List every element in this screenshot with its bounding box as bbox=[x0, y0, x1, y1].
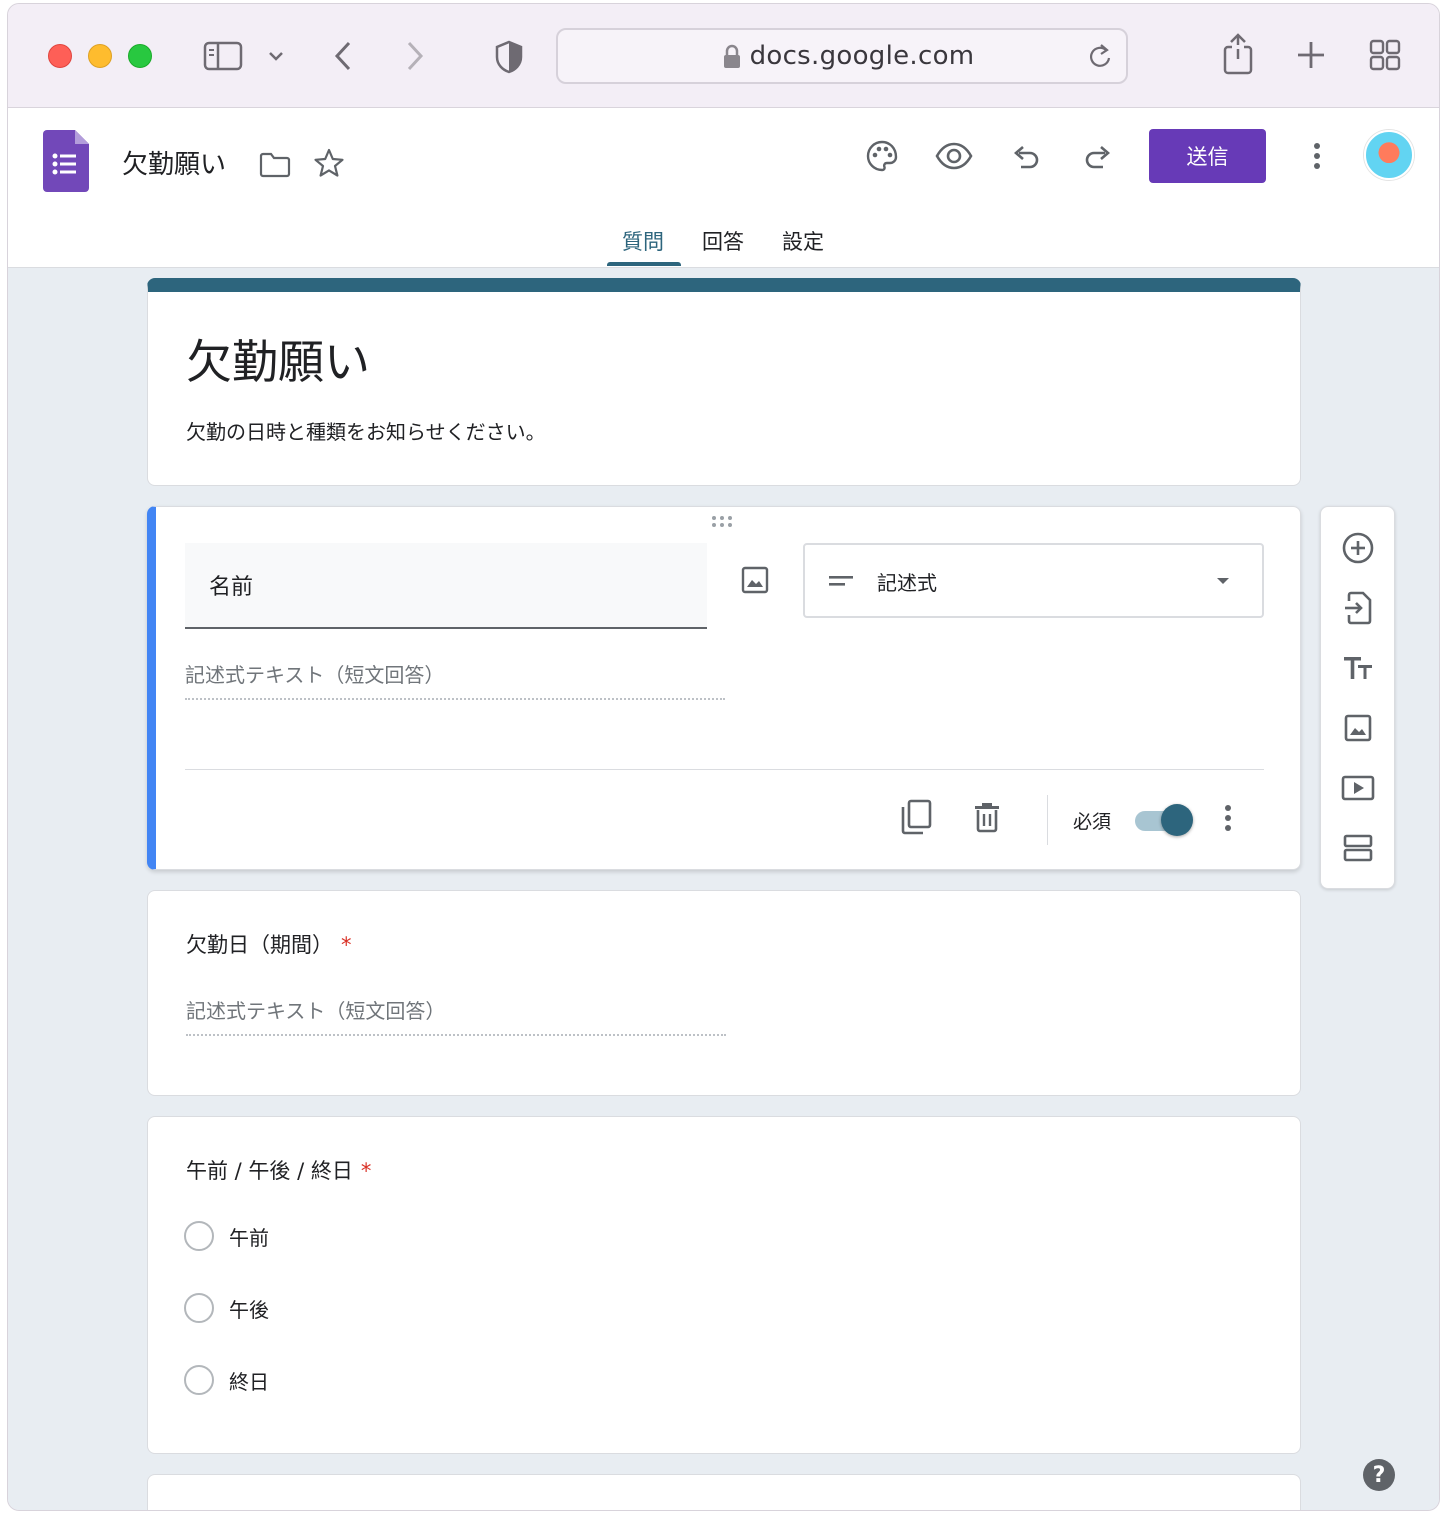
address-bar[interactable]: docs.google.com bbox=[556, 28, 1128, 84]
forward-icon[interactable] bbox=[400, 38, 430, 74]
tab-settings[interactable]: 設定 bbox=[782, 226, 824, 256]
minimize-window-button[interactable] bbox=[88, 44, 112, 68]
question-title: 欠勤日（期間） * bbox=[186, 929, 352, 959]
question-type-dropdown[interactable]: 記述式 bbox=[803, 543, 1264, 618]
duplicate-icon[interactable] bbox=[898, 797, 934, 837]
question-title-text: 名前 bbox=[209, 575, 254, 600]
preview-eye-icon[interactable] bbox=[934, 138, 974, 174]
question-card-active[interactable]: 名前 記述式 記述式テキスト（短文回答） 必須 bbox=[147, 506, 1301, 870]
palette-icon[interactable] bbox=[864, 138, 900, 174]
share-icon[interactable] bbox=[1220, 32, 1256, 76]
tab-questions[interactable]: 質問 bbox=[622, 226, 664, 256]
new-tab-icon[interactable] bbox=[1294, 38, 1328, 72]
radio-button[interactable] bbox=[184, 1293, 214, 1323]
radio-option-label: 午後 bbox=[229, 1297, 269, 1322]
question-more-icon[interactable] bbox=[1216, 801, 1240, 835]
short-answer-placeholder: 記述式テキスト（短文回答） bbox=[186, 995, 726, 1036]
forms-logo-icon[interactable] bbox=[43, 130, 89, 192]
send-button[interactable]: 送信 bbox=[1149, 129, 1266, 183]
drag-handle-icon[interactable] bbox=[711, 515, 737, 529]
chevron-down-icon[interactable] bbox=[264, 44, 288, 68]
question-card[interactable] bbox=[147, 1474, 1301, 1510]
redo-icon[interactable] bbox=[1080, 140, 1116, 174]
lock-icon bbox=[722, 44, 742, 77]
required-toggle-knob[interactable] bbox=[1161, 804, 1193, 836]
back-icon[interactable] bbox=[328, 38, 358, 74]
help-icon[interactable]: ? bbox=[1363, 1459, 1395, 1491]
question-title: 午前 / 午後 / 終日 * bbox=[186, 1155, 371, 1185]
import-questions-icon[interactable] bbox=[1339, 589, 1377, 627]
question-title-input[interactable]: 名前 bbox=[185, 543, 707, 629]
radio-option-label: 午前 bbox=[229, 1225, 269, 1250]
form-description[interactable]: 欠勤の日時と種類をお知らせください。 bbox=[186, 416, 546, 445]
short-answer-placeholder: 記述式テキスト（短文回答） bbox=[185, 659, 725, 700]
add-image-icon[interactable] bbox=[738, 563, 772, 597]
shield-icon[interactable] bbox=[492, 38, 526, 76]
required-label: 必須 bbox=[1073, 811, 1112, 833]
doc-title[interactable]: 欠勤願い bbox=[122, 144, 226, 181]
required-asterisk: * bbox=[360, 1159, 372, 1183]
browser-toolbar: docs.google.com bbox=[8, 4, 1439, 108]
address-url: docs.google.com bbox=[749, 41, 975, 71]
undo-icon[interactable] bbox=[1008, 140, 1044, 174]
sidebar-toggle-icon[interactable] bbox=[202, 38, 244, 74]
tab-overview-icon[interactable] bbox=[1368, 38, 1402, 72]
radio-option-label: 終日 bbox=[229, 1369, 269, 1394]
required-asterisk: * bbox=[341, 933, 352, 957]
forms-app: 欠勤願い 送信 質問 回答 設定 欠勤願い 欠勤の日時と種類をお知らせください。… bbox=[8, 108, 1439, 1510]
close-window-button[interactable] bbox=[48, 44, 72, 68]
question-card[interactable]: 午前 / 午後 / 終日 * 午前 午後 終日 bbox=[147, 1116, 1301, 1454]
more-options-icon[interactable] bbox=[1300, 138, 1334, 174]
card-footer-divider bbox=[185, 769, 1264, 770]
question-title-text: 午前 / 午後 / 終日 bbox=[186, 1159, 353, 1183]
active-tab-indicator bbox=[607, 262, 681, 266]
radio-button[interactable] bbox=[184, 1365, 214, 1395]
add-question-icon[interactable] bbox=[1339, 529, 1377, 567]
star-icon[interactable] bbox=[312, 146, 346, 180]
question-card[interactable]: 欠勤日（期間） * 記述式テキスト（短文回答） bbox=[147, 890, 1301, 1096]
radio-option[interactable]: 午前 bbox=[184, 1221, 269, 1251]
forms-header: 欠勤願い 送信 質問 回答 設定 bbox=[8, 108, 1439, 268]
footer-vertical-divider bbox=[1047, 795, 1048, 845]
radio-option[interactable]: 終日 bbox=[184, 1365, 269, 1395]
account-avatar[interactable] bbox=[1364, 130, 1414, 180]
form-title-card[interactable]: 欠勤願い 欠勤の日時と種類をお知らせください。 bbox=[147, 278, 1301, 486]
reload-icon[interactable] bbox=[1088, 42, 1114, 77]
add-video-icon[interactable] bbox=[1339, 769, 1377, 807]
tab-responses[interactable]: 回答 bbox=[702, 226, 744, 256]
folder-icon[interactable] bbox=[258, 150, 292, 180]
question-type-label: 記述式 bbox=[877, 571, 937, 595]
add-section-icon[interactable] bbox=[1339, 829, 1377, 867]
floating-side-toolbar bbox=[1320, 506, 1395, 889]
radio-button[interactable] bbox=[184, 1221, 214, 1251]
question-title-text: 欠勤日（期間） bbox=[186, 933, 333, 957]
form-title[interactable]: 欠勤願い bbox=[186, 326, 370, 392]
delete-trash-icon[interactable] bbox=[970, 797, 1004, 837]
browser-window: docs.google.com 欠勤願い 送信 質問 回答 設定 欠勤願い 欠勤… bbox=[7, 3, 1440, 1511]
add-title-text-icon[interactable] bbox=[1339, 649, 1377, 687]
short-answer-icon bbox=[827, 571, 855, 591]
zoom-window-button[interactable] bbox=[128, 44, 152, 68]
add-image-icon[interactable] bbox=[1339, 709, 1377, 747]
dropdown-arrow-icon bbox=[1213, 573, 1233, 589]
radio-option[interactable]: 午後 bbox=[184, 1293, 269, 1323]
